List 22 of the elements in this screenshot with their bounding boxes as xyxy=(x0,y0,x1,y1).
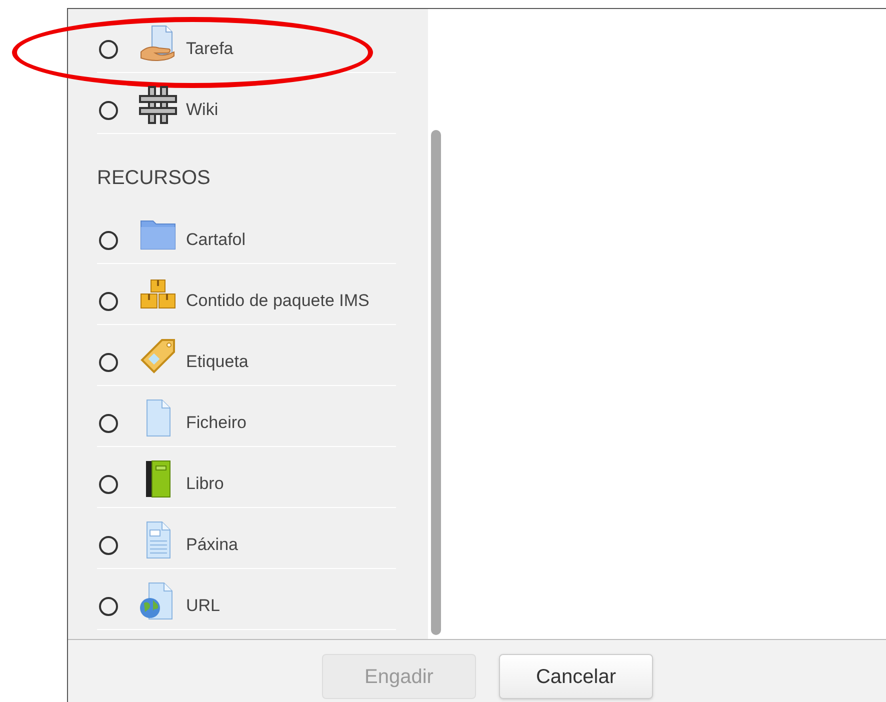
cancel-button[interactable]: Cancelar xyxy=(499,654,653,699)
radio-button[interactable] xyxy=(99,40,118,58)
radio-button[interactable] xyxy=(99,536,118,554)
lattice-icon xyxy=(138,85,178,125)
activity-label[interactable]: Libro xyxy=(186,471,224,497)
activity-label[interactable]: Páxina xyxy=(186,532,238,558)
radio-button[interactable] xyxy=(99,414,118,432)
activity-label[interactable]: Cartafol xyxy=(186,227,246,253)
radio-button[interactable] xyxy=(99,474,118,494)
section-heading: RECURSOS xyxy=(97,166,210,190)
activity-label[interactable]: Wiki xyxy=(186,97,218,123)
activity-label[interactable]: Contido de paquete IMS xyxy=(186,288,370,314)
activity-label[interactable]: Tarefa xyxy=(186,36,234,62)
radio-button[interactable] xyxy=(99,292,118,310)
activity-label[interactable]: Ficheiro xyxy=(186,410,246,436)
radio-button[interactable] xyxy=(99,100,118,120)
activity-label[interactable]: URL xyxy=(186,593,220,619)
radio-button[interactable] xyxy=(99,230,118,250)
radio-button[interactable] xyxy=(99,596,118,616)
scrollbar-thumb[interactable] xyxy=(431,130,441,635)
activity-label[interactable]: Etiqueta xyxy=(186,349,248,375)
radio-button[interactable] xyxy=(99,352,118,372)
